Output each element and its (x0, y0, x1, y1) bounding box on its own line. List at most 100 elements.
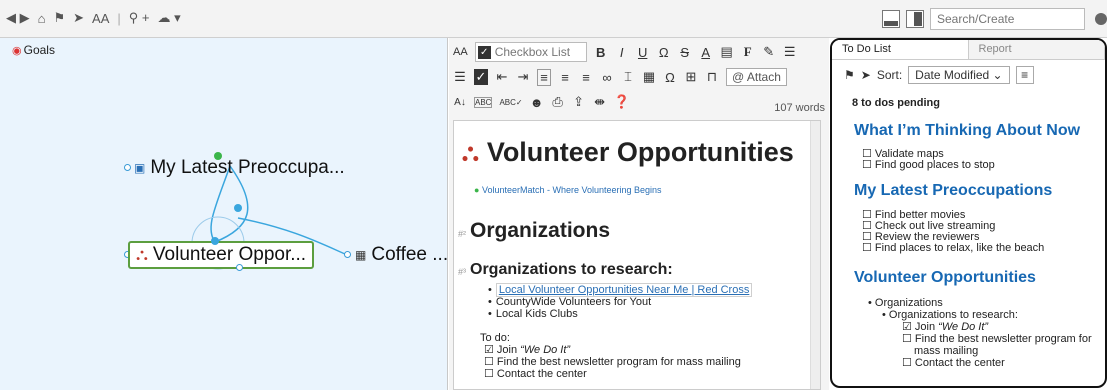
tab-todo-list[interactable]: To Do List (832, 40, 969, 59)
indent-icon[interactable]: ⇥ (516, 69, 530, 85)
spellcheck-abc-icon[interactable]: ABC (474, 96, 493, 108)
underline-button[interactable]: U (636, 45, 650, 60)
doc-subtitle-link[interactable]: ● VolunteerMatch - Where Volunteering Be… (474, 185, 662, 195)
search-input[interactable] (930, 8, 1085, 30)
side-tabs: To Do List Report (832, 40, 1105, 60)
node-anchor[interactable] (211, 237, 219, 245)
home-icon[interactable]: ⌂ (38, 11, 46, 26)
volunteermatch-logo-icon: ● (474, 185, 480, 195)
print-icon[interactable]: ⎙ (551, 94, 565, 110)
checklist-icon[interactable]: ✓ (474, 69, 488, 85)
map-icon[interactable]: ⚑ (53, 10, 65, 26)
sort-select[interactable]: Date Modified ⌄ (908, 66, 1010, 84)
todo-side-panel: To Do List Report ⚑ ➤ Sort: Date Modifie… (830, 38, 1107, 388)
pending-count: 8 to dos pending (852, 97, 940, 109)
highlight-button[interactable]: ▤ (720, 44, 734, 60)
strikethrough-button[interactable]: S (678, 45, 692, 60)
calendar-icon: ▦ (355, 248, 367, 262)
menu-icon[interactable]: ≡ (1015, 66, 1034, 84)
todo-item[interactable]: ☐ Contact the center (480, 368, 741, 380)
tag-icon[interactable]: ➤ (73, 10, 84, 26)
todo-item[interactable]: ☐ Find the best newsletter program for m… (480, 356, 741, 368)
symbol-icon[interactable]: Ω (663, 70, 677, 85)
font-size-button[interactable]: AA (92, 11, 109, 26)
todo-block: To do: ☑ Join “We Do It” ☐ Find the best… (480, 332, 741, 380)
list-icon[interactable]: ☰ (783, 44, 797, 60)
node-anchor[interactable] (124, 164, 131, 171)
sort-bar: ⚑ ➤ Sort: Date Modified ⌄ ≡ (844, 66, 1034, 84)
account-icon[interactable] (1095, 13, 1107, 25)
todo-item[interactable]: ☐ Find places to relax, like the beach (862, 243, 1044, 254)
list-item: Local Kids Clubs (488, 308, 752, 320)
list-item[interactable]: Local Volunteer Opportunities Near Me | … (488, 283, 753, 297)
text-color-button[interactable]: A (699, 45, 713, 60)
section-heading[interactable]: My Latest Preoccupations (854, 182, 1052, 200)
node-coffee[interactable]: ▦ Coffee ... (355, 244, 448, 266)
collapse-icon[interactable]: ⇼ (593, 94, 607, 110)
doc-scrollbar[interactable] (810, 121, 820, 389)
toolbar-left-group: ◀ ▶ ⌂ ⚑ ➤ AA | ⚲ + ☁ ▾ (6, 10, 181, 26)
numbered-list-icon[interactable]: ☰ (453, 69, 467, 85)
grid-icon[interactable]: ⊞ (684, 69, 698, 85)
bottom-panel-toggle-icon[interactable] (882, 10, 900, 28)
mind-map-canvas[interactable]: ◉ Goals ▣ My Latest Preoccupa... ⛬ Volun… (0, 38, 448, 390)
list-item: • Organizations (868, 297, 943, 309)
checkbox-icon: ✓ (477, 45, 491, 59)
align-center-icon[interactable]: ≡ (558, 70, 572, 85)
todo-item[interactable]: ☐ Contact the center (868, 357, 1092, 369)
todo-item[interactable]: ☑ Join “We Do It” (480, 344, 741, 356)
tab-report[interactable]: Report (968, 40, 1105, 59)
help-icon[interactable]: ❓ (614, 94, 630, 110)
font-button[interactable]: F (741, 44, 755, 60)
clear-format-icon[interactable]: ✎ (762, 44, 776, 60)
list-item: • Organizations to research: (882, 309, 1018, 321)
playground-icon: ⛬ (462, 138, 479, 166)
notes-editor: AA ✓ Checkbox List B I U Ω S A ▤ F ✎ ☰ ☰… (449, 38, 829, 390)
table-icon[interactable]: ▦ (642, 69, 656, 85)
export-icon[interactable]: ⇪ (572, 94, 586, 110)
node-anchor[interactable] (344, 251, 351, 258)
paragraph-style-select[interactable]: ✓ Checkbox List (474, 42, 587, 62)
align-right-icon[interactable]: ≡ (579, 70, 593, 85)
spellcheck-icon[interactable]: ABC✓ (499, 98, 522, 107)
node-anchor[interactable] (236, 264, 243, 271)
heading-level-marker: #³ (458, 267, 467, 277)
format-toolbar-row-3: A↓ ABC ABC✓ ☻ ⎙ ⇪ ⇼ ❓ (453, 94, 630, 110)
hr-icon[interactable]: ⌶ (621, 69, 635, 85)
toolbar-right-group (882, 8, 1107, 30)
align-left-icon[interactable]: ≡ (537, 68, 551, 86)
back-forward-icon[interactable]: ◀ ▶ (6, 10, 30, 26)
format-toolbar-row-2: ☰ ✓ ⇤ ⇥ ≡ ≡ ≡ ∞ ⌶ ▦ Ω ⊞ ⊓ @ Attach (453, 68, 787, 86)
todo-item-continuation: mass mailing (914, 345, 979, 357)
section-heading[interactable]: What I’m Thinking About Now (854, 122, 1080, 140)
book-icon[interactable]: ⊓ (705, 69, 719, 85)
todo-item[interactable]: ☐ Find the best newsletter program for (868, 333, 1092, 345)
bold-button[interactable]: B (594, 45, 608, 60)
cloud-icon[interactable]: ☁ ▾ (158, 10, 181, 26)
font-size-icon[interactable]: AA (453, 46, 468, 58)
todo-item[interactable]: ☑ Join “We Do It” (868, 321, 1092, 333)
note-document[interactable]: ⛬ Volunteer Opportunities ● VolunteerMat… (453, 120, 821, 390)
overline-button[interactable]: Ω (657, 45, 671, 60)
node-layout-icon[interactable]: ⚲ + (129, 10, 150, 26)
spy-icon[interactable]: ☻ (530, 95, 544, 110)
italic-button[interactable]: I (615, 45, 629, 60)
section-heading[interactable]: Volunteer Opportunities (854, 269, 1036, 287)
todo-item[interactable]: ☐ Find good places to stop (862, 160, 995, 171)
attach-button[interactable]: @ Attach (726, 68, 787, 86)
node-anchor[interactable] (234, 204, 242, 212)
playground-icon: ⛬ (136, 245, 148, 264)
volunteer-tree: • Organizations • Organizations to resea… (868, 297, 1092, 369)
topic-note-icon: ▣ (134, 161, 146, 175)
map-filter-icon[interactable]: ⚑ (844, 68, 855, 82)
sort-label: Sort: (876, 68, 903, 82)
side-panel-toggle-icon[interactable] (906, 10, 924, 28)
doc-title: ⛬ Volunteer Opportunities (462, 137, 794, 167)
link-icon[interactable]: ∞ (600, 70, 614, 85)
sort-icon[interactable]: A↓ (453, 97, 467, 108)
outdent-icon[interactable]: ⇤ (495, 69, 509, 85)
node-my-latest-preoccupations[interactable]: ▣ My Latest Preoccupa... (134, 157, 345, 179)
tag-filter-icon[interactable]: ➤ (861, 68, 871, 82)
format-toolbar-row-1: AA ✓ Checkbox List B I U Ω S A ▤ F ✎ ☰ (453, 42, 797, 62)
node-volunteer-opportunities[interactable]: ⛬ Volunteer Oppor... (128, 241, 315, 269)
